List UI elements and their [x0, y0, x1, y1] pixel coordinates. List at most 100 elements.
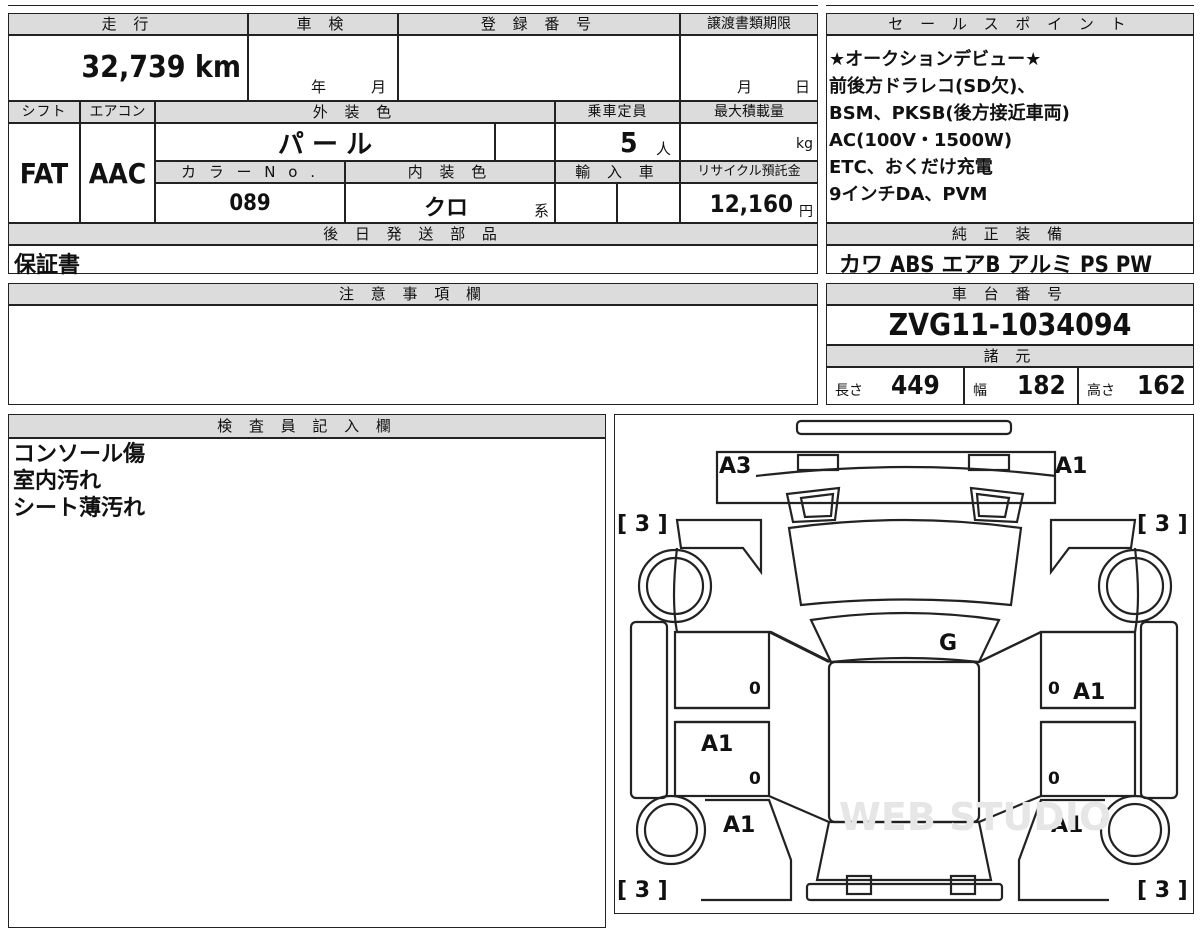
inspector-note: コンソール傷 [13, 442, 146, 467]
chassis-panel: 車 台 番 号 ZVG11-1034094 諸 元 長さ 449 幅 182 高… [826, 283, 1194, 405]
max-load-unit: kg [796, 136, 813, 152]
sales-point-line: ★オークションデビュー★ [829, 49, 1042, 70]
tire-front-right-label: [ 3 ] [1137, 512, 1188, 537]
genuine-equipment-header: 純 正 装 備 [826, 223, 1194, 245]
transfer-deadline-header: 譲渡書類期限 [680, 13, 818, 35]
capacity-header: 乗車定員 [555, 101, 680, 123]
damage-left-rear-door: A1 [701, 732, 733, 757]
sales-point-line: 9インチDA、PVM [829, 184, 988, 205]
spec-width-value: 182 [1017, 371, 1066, 401]
interior-color-header: 内 装 色 [345, 161, 555, 183]
inspector-body: コンソール傷 室内汚れ シート薄汚れ [8, 438, 606, 928]
interior-color-cell: クロ 系 [345, 183, 555, 223]
specs-header: 諸 元 [826, 345, 1194, 367]
shift-cell: FAT [8, 123, 80, 223]
inspection-header: 車 検 [248, 13, 398, 35]
transfer-day-label: 日 [795, 78, 811, 96]
spec-length-label: 長さ [835, 383, 863, 399]
zero-mark: 0 [1048, 769, 1060, 789]
sales-point-panel: セ ー ル ス ポ イ ン ト ★オークションデビュー★ 前後方ドラレコ(SD欠… [826, 13, 1194, 278]
color-no-cell: 089 [155, 183, 345, 223]
registration-header: 登 録 番 号 [398, 13, 680, 35]
import-header: 輸 入 車 [555, 161, 680, 183]
spec-height-cell: 高さ 162 [1078, 367, 1194, 405]
inspector-header: 検 査 員 記 入 欄 [8, 414, 606, 438]
later-parts-cell: 保証書 [8, 245, 818, 278]
transfer-deadline-cell: 月 日 [680, 35, 818, 101]
inspector-note: シート薄汚れ [13, 496, 146, 521]
top-clipped-row-right [826, 0, 1194, 6]
top-clipped-row [8, 0, 818, 6]
sales-point-line: 前後方ドラレコ(SD欠)、 [829, 76, 1036, 97]
interior-color-value: クロ [424, 196, 469, 221]
sales-point-line: ETC、おくだけ充電 [829, 157, 993, 178]
chassis-number-header: 車 台 番 号 [826, 283, 1194, 305]
transfer-month-label: 月 [737, 78, 753, 96]
recycle-fee-value: 12,160 [709, 190, 793, 218]
inspector-panel: 検 査 員 記 入 欄 コンソール傷 室内汚れ シート薄汚れ [8, 414, 606, 928]
import-cell-a [555, 183, 617, 223]
damage-right-front-door: A1 [1073, 680, 1105, 705]
damage-front-right: A1 [1055, 454, 1087, 479]
notes-header: 注 意 事 項 欄 [8, 283, 818, 305]
spec-width-cell: 幅 182 [964, 367, 1078, 405]
car-diagram: [ 3 ] [ 3 ] [ 3 ] [ 3 ] A3 A1 G A1 A1 A1… [617, 419, 1188, 903]
inspection-year-label: 年 [311, 78, 327, 96]
later-parts-header: 後 日 発 送 部 品 [8, 223, 818, 245]
shift-value: FAT [19, 156, 69, 190]
inspection-month-label: 月 [371, 78, 387, 96]
exterior-color-header: 外 装 色 [155, 101, 555, 123]
color-no-header: カ ラ ー N o . [155, 161, 345, 183]
registration-cell [398, 35, 680, 101]
sales-point-line: AC(100V・1500W) [829, 130, 1013, 151]
vehicle-info-panel: 走 行 車 検 登 録 番 号 譲渡書類期限 32,739 km 年 月 月 日… [8, 13, 818, 278]
genuine-equipment-value: カワ ABS エアB アルミ PS PW [839, 253, 1153, 278]
mileage-header: 走 行 [8, 13, 248, 35]
spec-height-value: 162 [1137, 371, 1186, 401]
aircon-cell: AAC [80, 123, 155, 223]
recycle-fee-unit: 円 [799, 204, 813, 220]
max-load-cell: kg [680, 123, 818, 161]
capacity-cell: 5 人 [555, 123, 680, 161]
recycle-fee-cell: 12,160 円 [680, 183, 818, 223]
spec-length-cell: 長さ 449 [826, 367, 964, 405]
damage-front-left: A3 [719, 454, 751, 479]
sales-point-line: BSM、PKSB(後方接近車両) [829, 103, 1070, 124]
notes-panel: 注 意 事 項 欄 [8, 283, 818, 405]
car-diagram-panel: [ 3 ] [ 3 ] [ 3 ] [ 3 ] A3 A1 G A1 A1 A1… [614, 414, 1194, 914]
damage-roof: G [939, 631, 957, 656]
exterior-color-value: パ ー ル [277, 129, 373, 160]
inspection-cell: 年 月 [248, 35, 398, 101]
color-no-value: 089 [229, 190, 271, 216]
spec-length-value: 449 [891, 371, 940, 401]
zero-mark: 0 [749, 679, 761, 699]
later-parts-value: 保証書 [14, 253, 81, 278]
shift-header: シフト [8, 101, 80, 123]
notes-body [8, 305, 818, 405]
tire-front-left-label: [ 3 ] [617, 512, 668, 537]
sales-point-body: ★オークションデビュー★ 前後方ドラレコ(SD欠)、 BSM、PKSB(後方接近… [826, 35, 1194, 223]
spec-width-label: 幅 [973, 383, 987, 399]
mileage-cell: 32,739 km [8, 35, 248, 101]
zero-mark: 0 [749, 769, 761, 789]
tire-rear-right-label: [ 3 ] [1137, 878, 1188, 903]
capacity-value: 5 [620, 126, 638, 159]
exterior-color-extra [495, 123, 555, 161]
mileage-value: 32,739 km [81, 50, 241, 85]
max-load-header: 最大積載量 [680, 101, 818, 123]
recycle-fee-header: リサイクル預託金 [680, 161, 818, 183]
chassis-number-value: ZVG11-1034094 [888, 307, 1132, 343]
sales-point-header: セ ー ル ス ポ イ ン ト [826, 13, 1194, 35]
watermark: WEB STUDIO [839, 795, 1111, 839]
aircon-value: AAC [88, 156, 147, 190]
zero-mark: 0 [1048, 679, 1060, 699]
inspector-note: 室内汚れ [13, 469, 102, 494]
genuine-equipment-cell: カワ ABS エアB アルミ PS PW [826, 245, 1194, 278]
import-cell-b [617, 183, 680, 223]
aircon-header: エアコン [80, 101, 155, 123]
damage-left-rear-quarter: A1 [723, 813, 755, 838]
spec-height-label: 高さ [1087, 383, 1115, 399]
capacity-unit: 人 [656, 140, 672, 158]
chassis-number-cell: ZVG11-1034094 [826, 305, 1194, 345]
exterior-color-cell: パ ー ル [155, 123, 495, 161]
